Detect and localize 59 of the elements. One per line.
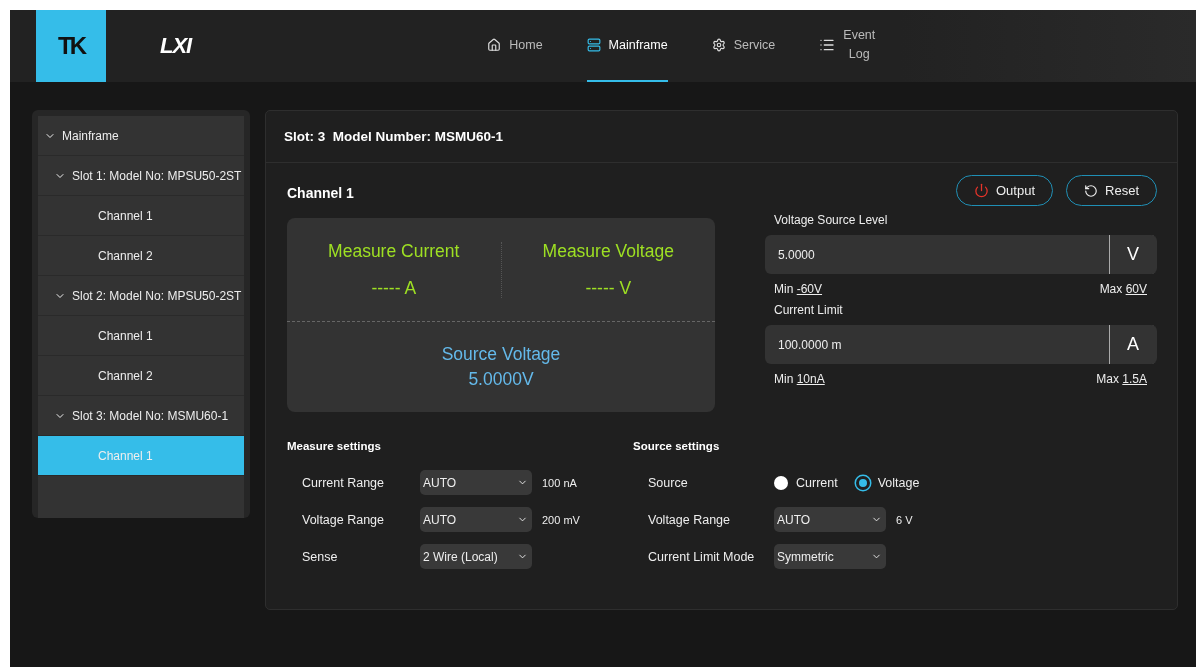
settings-icon (711, 38, 726, 52)
setting-label: Current Limit Mode (647, 549, 756, 564)
measure-value: ----- A (371, 277, 417, 299)
tree-item[interactable]: Channel 2 (38, 356, 244, 396)
range-value: 6 V (896, 513, 913, 526)
select-field[interactable]: AUTO (420, 470, 532, 495)
list-icon (819, 37, 836, 53)
nav-tab[interactable]: Service (711, 10, 776, 82)
radio-option[interactable]: Current (774, 475, 838, 490)
range-value: 100 nA (542, 476, 577, 489)
tree-item[interactable]: Slot 1: Model No: MPSU50-2ST (38, 156, 244, 196)
radio-option[interactable]: Voltage (855, 475, 920, 490)
select-field[interactable]: AUTO (420, 507, 532, 532)
input-field[interactable]: 100.0000 m (765, 325, 1109, 364)
tree-item[interactable]: Channel 1 (38, 316, 244, 356)
max-link[interactable]: 60V (1125, 282, 1147, 296)
measure-label: Measure Voltage (542, 240, 674, 262)
min-link[interactable]: -60V (796, 282, 823, 296)
max-label: Max 1.5A (1096, 372, 1147, 386)
measure-label: Measure Current (328, 240, 460, 262)
unit-label: A (1109, 325, 1157, 364)
tree-item[interactable]: Channel 2 (38, 236, 244, 276)
home-icon (487, 38, 502, 52)
setting-label: Sense (301, 549, 339, 564)
min-label: Min 10nA (774, 372, 825, 386)
section-title: Measure settings (287, 440, 382, 452)
nav-tab[interactable]: Event Log (819, 10, 876, 82)
select-field[interactable]: AUTO (774, 507, 886, 532)
setting-label: Source (647, 475, 689, 490)
unit-label: V (1109, 235, 1157, 274)
min-link[interactable]: 10nA (796, 372, 825, 386)
brand-logo: LXI (160, 32, 192, 60)
input-field[interactable]: 5.0000 (765, 235, 1109, 274)
measure-value: ----- V (585, 277, 632, 299)
channel-title: Channel 1 (287, 184, 355, 203)
setting-label: Current Range (301, 475, 385, 490)
tree-item[interactable]: Slot 2: Model No: MPSU50-2ST (38, 276, 244, 316)
logo: TK (36, 10, 106, 82)
section-title: Source settings (633, 440, 721, 452)
nav-tab[interactable]: Home (487, 10, 543, 82)
source-value: 5.0000V (468, 369, 534, 390)
setting-label: Voltage Range (301, 512, 385, 527)
field-label: Current Limit (774, 303, 844, 317)
select-field[interactable]: Symmetric (774, 544, 886, 569)
range-value: 200 mV (542, 513, 580, 526)
max-label: Max 60V (1099, 282, 1147, 296)
source-label: Source Voltage (441, 344, 561, 365)
nav-tab[interactable]: Mainframe (586, 10, 668, 82)
max-link[interactable]: 1.5A (1122, 372, 1147, 386)
panel-title: Slot: 3 Model Number: MSMU60-1 (266, 111, 1177, 163)
tree-item[interactable]: Channel 1 (38, 196, 244, 236)
min-label: Min -60V (774, 282, 823, 296)
field-label: Voltage Source Level (774, 213, 889, 227)
server-icon (586, 38, 601, 52)
select-field[interactable]: 2 Wire (Local) (420, 544, 532, 569)
setting-label: Voltage Range (647, 512, 731, 527)
reset-icon (1084, 183, 1099, 198)
tree-item[interactable]: Mainframe (38, 116, 244, 156)
power-icon (974, 183, 989, 198)
